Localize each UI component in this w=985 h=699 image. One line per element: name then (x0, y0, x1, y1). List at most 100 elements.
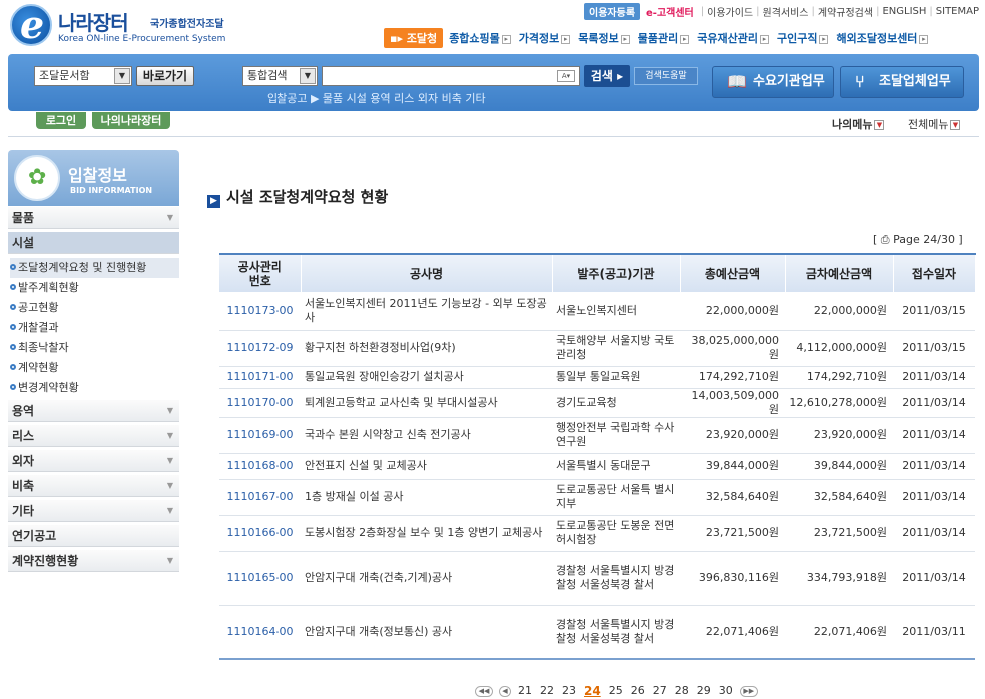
page-number-link[interactable]: 27 (653, 684, 667, 698)
page-number-link[interactable]: 24 (584, 684, 601, 698)
sitemap-link[interactable]: SITEMAP (936, 6, 979, 17)
gnb-goods-mgmt[interactable]: 물품관리 ▸ (638, 30, 690, 46)
total-budget: 23,721,500원 (680, 515, 785, 552)
sidebar-item-label: 외자 (12, 454, 35, 468)
page-number-link[interactable]: 30 (719, 684, 733, 698)
scope-select-value: 통합검색 (247, 69, 288, 82)
received-date: 2011/03/14 (893, 417, 975, 454)
ecenter-link[interactable]: e-고객센터 (646, 4, 694, 19)
sidebar-sub-order-plan[interactable]: 발주계획현황 (10, 278, 79, 298)
all-menu[interactable]: 전체메뉴 ▼ (908, 116, 961, 132)
table-row[interactable]: 1110164-00 안암지구대 개축(정보통신) 공사 경찰청 서울특별시지 방경… (219, 605, 975, 660)
sidebar-item-lease[interactable]: 리스 ▼ (8, 425, 179, 447)
page-number-link[interactable]: 21 (518, 684, 532, 698)
sidebar-sub-contract-request[interactable]: 조달청계약요청 및 진행현황 (10, 258, 179, 278)
search-input[interactable]: A▾ (322, 66, 580, 86)
go-button[interactable]: 바로가기 (136, 66, 194, 86)
prev-page-button[interactable]: ◀ (499, 685, 511, 697)
page-number-link[interactable]: 23 (562, 684, 576, 698)
guide-link[interactable]: 이용가이드 (707, 4, 753, 19)
gnb-overseas[interactable]: 해외조달정보센터 ▸ (836, 30, 929, 46)
scope-select[interactable]: 통합검색 ▼ (242, 66, 318, 86)
divider: | (929, 5, 933, 17)
arrow-right-icon: ▸ (501, 34, 511, 44)
contract-no-link[interactable]: 1110172-09 (219, 330, 301, 367)
table-row[interactable]: 1110173-00 서울노인복지센터 2011년도 기능보강 - 외부 도장공사… (219, 292, 975, 331)
contract-no-link[interactable]: 1110169-00 (219, 417, 301, 454)
page-number-link[interactable]: 28 (675, 684, 689, 698)
contract-no-link[interactable]: 1110173-00 (219, 292, 301, 331)
logo-emblem-icon (10, 2, 52, 47)
english-link[interactable]: ENGLISH (882, 6, 926, 17)
contract-name: 안전표지 신설 및 교체공사 (301, 453, 552, 480)
contract-no-link[interactable]: 1110168-00 (219, 453, 301, 480)
user-register-link[interactable]: 이용자등록 (584, 2, 641, 20)
sidebar-sub-contract[interactable]: 계약현황 (10, 358, 58, 378)
search-categories[interactable]: 입찰공고 ▶ 물품 시설 용역 리스 외자 비축 기타 (267, 90, 486, 106)
current-budget: 12,610,278,000원 (785, 388, 893, 418)
sidebar-sub-change-contract[interactable]: 변경계약현황 (10, 378, 79, 398)
biz-work-button[interactable]: ⑂ 조달업체업무 (840, 66, 964, 98)
sidebar-item-contract-progress[interactable]: 계약진행현황 ▼ (8, 550, 179, 572)
logo-english: Korea ON-line E-Procurement System (58, 34, 226, 44)
my-menu[interactable]: 나의메뉴 ▼ (832, 116, 885, 132)
sidebar-sub-final-bidder[interactable]: 최종낙찰자 (10, 338, 69, 358)
search-button[interactable]: 검색 ▸ (584, 65, 630, 87)
page-number-link[interactable]: 29 (697, 684, 711, 698)
sidebar-item-label: 시설 (12, 236, 35, 250)
sidebar-item-facility[interactable]: 시설 (8, 232, 179, 254)
order-org: 도로교통공단 도봉운 전면허시험장 (552, 515, 680, 552)
page-number-link[interactable]: 22 (540, 684, 554, 698)
contract-no-link[interactable]: 1110165-00 (219, 551, 301, 606)
gnb-current[interactable]: ▪▸ 조달청 (384, 28, 444, 48)
org-work-button[interactable]: 📖 수요기관업무 (712, 66, 834, 98)
table-row[interactable]: 1110167-00 1층 방재실 이설 공사 도로교통공단 서울특 별시지부 32,… (219, 479, 975, 516)
logo[interactable]: 나라장터 국가종합전자조달 Korea ON-line E-Procuremen… (10, 2, 240, 48)
sidebar-sub-label: 개찰결과 (18, 321, 59, 334)
table-row[interactable]: 1110168-00 안전표지 신설 및 교체공사 서울특별시 동대문구 39,844… (219, 453, 975, 480)
table-row[interactable]: 1110171-00 통일교육원 장애인승강기 설치공사 통일부 통일교육원 174,… (219, 366, 975, 389)
doc-select[interactable]: 조달문서함 ▼ (34, 66, 132, 86)
sidebar-sub-opening[interactable]: 개찰결과 (10, 318, 58, 338)
gnb-shopping-mall[interactable]: 종합쇼핑몰 ▸ (449, 30, 511, 46)
page-number-link[interactable]: 25 (609, 684, 623, 698)
contract-no-link[interactable]: 1110170-00 (219, 388, 301, 418)
sidebar-item-stockpile[interactable]: 비축 ▼ (8, 475, 179, 497)
contract-no-link[interactable]: 1110164-00 (219, 605, 301, 660)
table-row[interactable]: 1110165-00 안암지구대 개축(건축,기계)공사 경찰청 서울특별시지 방경… (219, 551, 975, 606)
gnb-jobs[interactable]: 구인구직 ▸ (777, 30, 829, 46)
bullet-icon (10, 324, 16, 330)
sidebar-sub-notice[interactable]: 공고현황 (10, 298, 58, 318)
gnb-price-info[interactable]: 가격정보 ▸ (518, 30, 571, 46)
next-page-button[interactable]: ▶▶ (739, 685, 758, 697)
total-budget: 38,025,000,000원 (680, 330, 785, 367)
contract-rule-link[interactable]: 계약규정검색 (818, 4, 873, 19)
search-help-button[interactable]: 검색도움말 (634, 67, 698, 85)
contract-no-link[interactable]: 1110166-00 (219, 515, 301, 552)
page-number-link[interactable]: 26 (631, 684, 645, 698)
sidebar-item-postponed[interactable]: 연기공고 (8, 525, 179, 547)
gnb-catalog-info[interactable]: 목록정보 ▸ (578, 30, 630, 46)
table-row[interactable]: 1110169-00 국과수 본원 시약창고 신축 전기공사 행정안전부 국립과학 … (219, 417, 975, 454)
table-row[interactable]: 1110166-00 도봉시험장 2층화장실 보수 및 1층 양변기 교체공사 도로… (219, 515, 975, 552)
contract-no-link[interactable]: 1110171-00 (219, 366, 301, 389)
contract-no-link[interactable]: 1110167-00 (219, 479, 301, 516)
login-button[interactable]: 로그인 (36, 112, 86, 129)
sidebar-item-foreign[interactable]: 외자 ▼ (8, 450, 179, 472)
gnb-state-property[interactable]: 국유재산관리 ▸ (697, 30, 769, 46)
col-header: 발주(공고)기관 (552, 253, 681, 292)
contract-name: 황구지천 하천환경정비사업(9차) (301, 330, 552, 367)
my-nara-button[interactable]: 나의나라장터 (92, 112, 170, 129)
gnb-current-label: 조달청 (406, 32, 438, 45)
sidebar-item-label: 비축 (12, 479, 35, 493)
table-row[interactable]: 1110172-09 황구지천 하천환경정비사업(9차) 국토해양부 서울지방 국토… (219, 330, 975, 367)
remote-service-link[interactable]: 원격서비스 (763, 4, 809, 19)
sidebar-item-etc[interactable]: 기타 ▼ (8, 500, 179, 522)
ime-toggle[interactable]: A▾ (557, 70, 575, 82)
first-page-button[interactable]: ◀◀ (475, 685, 493, 697)
table-row[interactable]: 1110170-00 퇴계원고등학교 교사신축 및 부대시설공사 경기도교육청 14,… (219, 388, 975, 418)
arrow-right-icon: ▸ (919, 34, 929, 44)
sidebar-item-service[interactable]: 용역 ▼ (8, 400, 179, 422)
sidebar-item-goods[interactable]: 물품 ▼ (8, 207, 179, 229)
gnb-label: 가격정보 (518, 32, 560, 45)
